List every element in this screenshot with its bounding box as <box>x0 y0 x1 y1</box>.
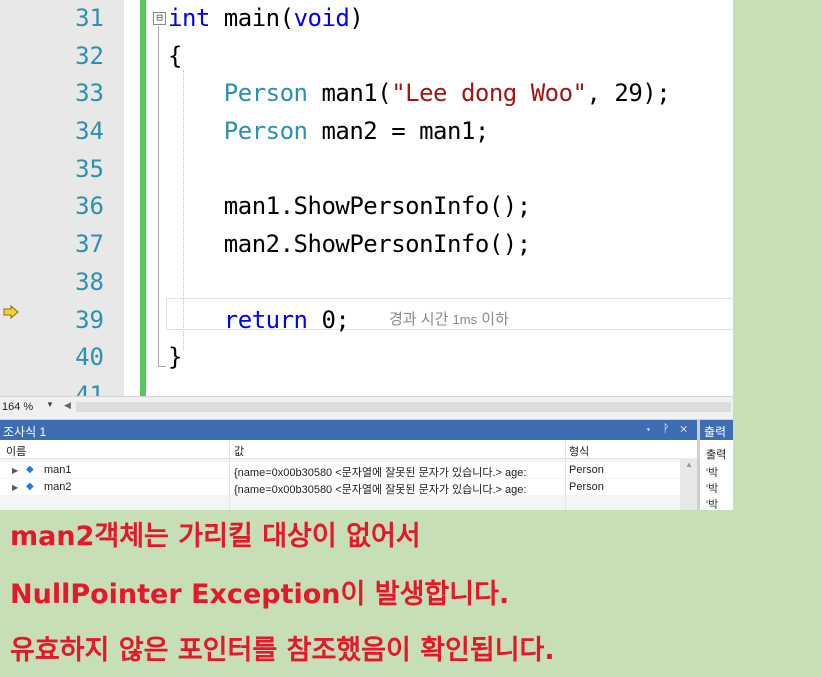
watch-row[interactable]: ▶ ◆ man1 {name=0x00b30580 <문자열에 잘못된 문자가 … <box>0 462 680 479</box>
horizontal-scrollbar[interactable] <box>76 402 731 412</box>
next-statement-arrow-icon <box>3 305 19 319</box>
line-number: 36 <box>75 192 104 220</box>
code-line-39[interactable]: return 0; <box>168 305 350 335</box>
watch-row-value: {name=0x00b30580 <문자열에 잘못된 문자가 있습니다.> ag… <box>234 467 527 479</box>
vertical-scrollbar[interactable]: ▲ <box>680 458 697 510</box>
line-number: 39 <box>75 306 104 334</box>
code-line-31[interactable]: int main(void) <box>168 3 364 33</box>
output-line: '박 <box>706 483 719 495</box>
output-line: '박 <box>706 499 719 510</box>
code-line-36[interactable]: man1.ShowPersonInfo(); <box>168 191 531 221</box>
chevron-down-icon[interactable]: ▼ <box>46 400 54 409</box>
watch-window: 조사식 1 ▾ ᚹ ✕ 이름 값 형식 ▶ ◆ man1 {name=0x00b… <box>0 420 697 510</box>
watch-header: 이름 값 형식 <box>0 440 697 459</box>
output-source-label[interactable]: 출력 <box>706 446 726 462</box>
watch-row-value: {name=0x00b30580 <문자열에 잘못된 문자가 있습니다.> ag… <box>234 484 527 496</box>
code-line-34[interactable]: Person man2 = man1; <box>168 116 490 146</box>
line-number: 37 <box>75 230 104 258</box>
line-number: 40 <box>75 343 104 371</box>
editor-bottom-bar: 164 % ▼ ◀ <box>0 396 733 419</box>
column-name[interactable]: 이름 <box>6 443 26 459</box>
zoom-level[interactable]: 164 % <box>2 401 33 413</box>
indicator-margin[interactable] <box>0 0 124 396</box>
object-icon: ◆ <box>26 481 34 492</box>
column-value[interactable]: 값 <box>234 443 244 459</box>
watch-titlebar[interactable]: 조사식 1 ▾ ᚹ ✕ <box>0 420 697 440</box>
watch-row-type: Person <box>569 481 604 493</box>
chevron-left-icon[interactable]: ◀ <box>64 400 71 411</box>
code-editor[interactable]: 31 32 33 34 35 36 37 38 39 40 41 ⊟ int m… <box>0 0 733 396</box>
output-title: 출력 <box>704 425 727 439</box>
watch-row[interactable]: ▶ ◆ man2 {name=0x00b30580 <문자열에 잘못된 문자가 … <box>0 479 680 496</box>
code-line-32[interactable]: { <box>168 41 182 71</box>
code-line-33[interactable]: Person man1("Lee dong Woo", 29); <box>168 78 671 108</box>
watch-row-name: man2 <box>44 481 72 493</box>
annotation-line-3: 유효하지 않은 포인터를 참조했음이 확인됩니다. <box>10 635 555 666</box>
change-tracking-bar <box>140 0 146 396</box>
annotation-line-1: man2객체는 가리킬 대상이 없어서 <box>10 521 421 552</box>
output-line: '박 <box>706 467 719 479</box>
code-line-37[interactable]: man2.ShowPersonInfo(); <box>168 229 531 259</box>
column-divider[interactable] <box>229 440 230 510</box>
expand-arrow-icon[interactable]: ▶ <box>12 483 18 492</box>
chevron-up-icon[interactable]: ▲ <box>685 460 693 469</box>
annotation-line-2: NullPointer Exception이 발생합니다. <box>10 579 510 610</box>
column-type[interactable]: 형식 <box>569 443 589 459</box>
line-number: 32 <box>75 42 104 70</box>
window-controls[interactable]: ▾ ᚹ ✕ <box>645 423 691 435</box>
code-line-40[interactable]: } <box>168 342 182 372</box>
output-titlebar[interactable]: 출력 <box>700 420 733 440</box>
fold-guide <box>158 26 160 366</box>
perf-tip[interactable]: 경과 시간 1ms 이하 <box>389 308 509 329</box>
fold-guide-end <box>158 366 166 367</box>
column-divider[interactable] <box>565 440 566 510</box>
line-number: 33 <box>75 79 104 107</box>
line-number: 35 <box>75 155 104 183</box>
line-number: 34 <box>75 117 104 145</box>
object-icon: ◆ <box>26 464 34 475</box>
watch-row-name: man1 <box>44 464 72 476</box>
line-number: 31 <box>75 4 104 32</box>
expand-arrow-icon[interactable]: ▶ <box>12 466 18 475</box>
watch-row-type: Person <box>569 464 604 476</box>
line-number: 41 <box>75 381 104 396</box>
watch-title: 조사식 1 <box>3 425 47 439</box>
collapse-block-icon[interactable]: ⊟ <box>153 12 166 25</box>
output-window: 출력 출력 '박 '박 '박 <box>697 420 733 510</box>
line-number: 38 <box>75 268 104 296</box>
